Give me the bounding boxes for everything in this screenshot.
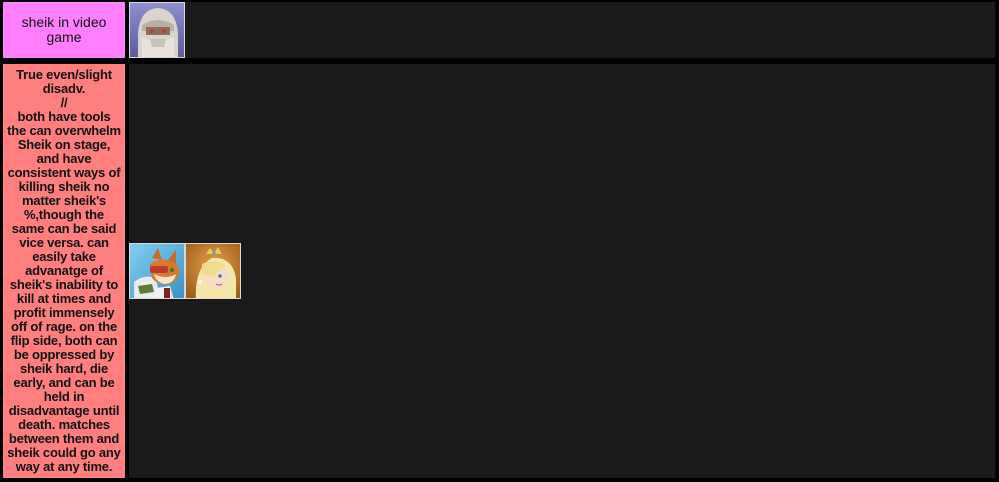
tier-row-items	[129, 64, 995, 478]
tier-row-label: True even/slight disadv. // both have to…	[3, 64, 125, 478]
fox-portrait-icon[interactable]	[129, 243, 185, 299]
rosalina-portrait-icon[interactable]	[185, 243, 241, 299]
header-row-label: sheik in video game	[3, 2, 125, 58]
header-row-items	[129, 2, 995, 58]
sheik-portrait-icon[interactable]	[129, 2, 185, 58]
